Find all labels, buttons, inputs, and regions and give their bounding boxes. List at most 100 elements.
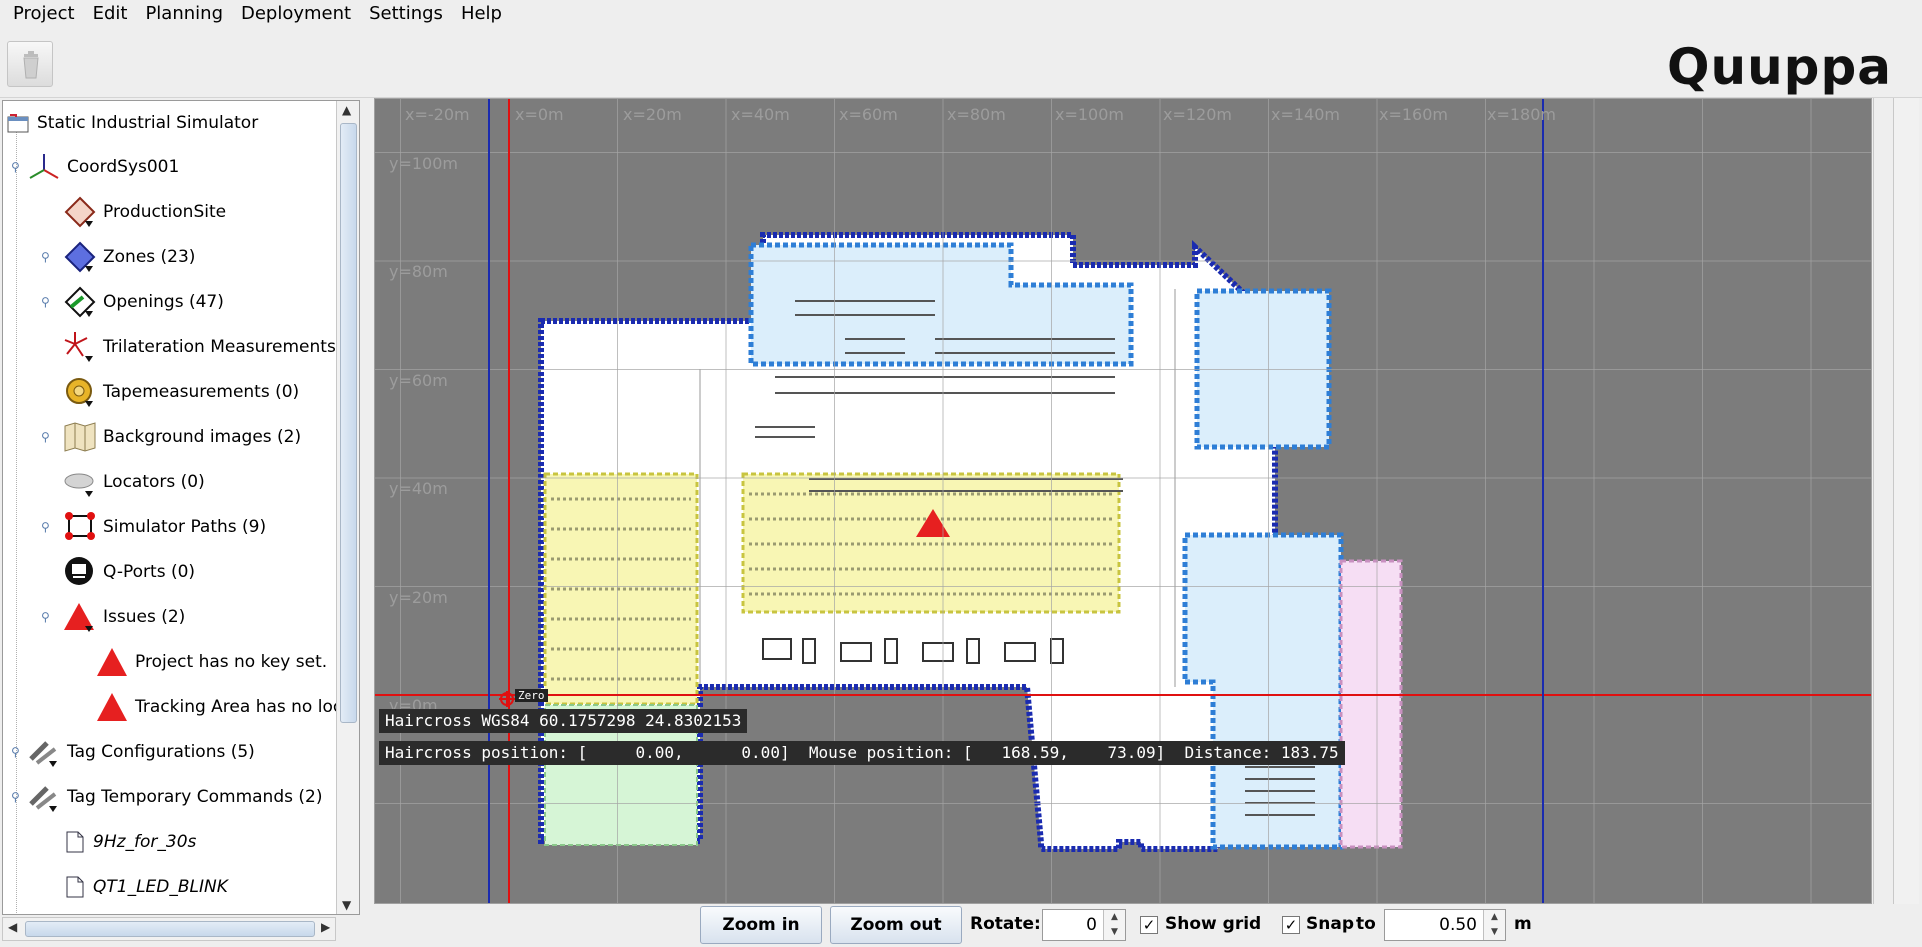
spin-up-icon[interactable]: ▲ xyxy=(1103,910,1125,925)
trash-icon xyxy=(23,51,39,79)
tree-item-trilateration[interactable]: Trilateration Measurements ( xyxy=(63,328,348,366)
warning-icon xyxy=(95,690,129,724)
tapemeasure-icon xyxy=(63,375,97,409)
project-tree: Static Industrial Simulator ⚲ CoordSys00… xyxy=(2,100,360,915)
wrench-icon xyxy=(27,735,61,769)
openings-icon xyxy=(63,285,97,319)
y-label: y=20m xyxy=(389,588,448,607)
x-label: x=-20m xyxy=(405,105,470,124)
quuppa-logo: Quuppa xyxy=(1666,38,1892,96)
tree-item-qports[interactable]: Q-Ports (0) xyxy=(63,553,195,591)
tree-item-tapemeasurements[interactable]: Tapemeasurements (0) xyxy=(63,373,299,411)
right-scrollbar[interactable] xyxy=(1893,98,1919,904)
scroll-down-icon[interactable]: ▼ xyxy=(342,898,351,912)
map-view[interactable]: x=-20m x=0m x=20m x=40m x=60m x=80m x=10… xyxy=(374,98,1872,904)
tree-vertical-scrollbar[interactable]: ▲ ▼ xyxy=(336,101,359,914)
show-grid-checkbox[interactable]: ✓ xyxy=(1140,916,1158,934)
zone-pink xyxy=(1339,559,1403,849)
tree-item-tag-temporary-commands[interactable]: ⚲ Tag Temporary Commands (2) xyxy=(11,778,322,816)
to-label: to xyxy=(1356,914,1376,934)
tree-item-simulator-paths[interactable]: ⚲ Simulator Paths (9) xyxy=(41,508,266,546)
tree-horizontal-scrollbar[interactable]: ◀ ▶ xyxy=(2,917,336,941)
tree-item-coordsys[interactable]: ⚲ CoordSys001 xyxy=(11,148,179,186)
tree-item-locators[interactable]: Locators (0) xyxy=(63,463,205,501)
tree-root[interactable]: Static Industrial Simulator xyxy=(5,104,258,142)
tree-item-qt1-led[interactable]: QT1_LED_BLINK xyxy=(63,868,228,906)
tree-item-9hz[interactable]: 9Hz_for_30s xyxy=(63,823,196,861)
qport-icon xyxy=(63,555,97,589)
wgs84-readout: Haircross WGS84 60.1757298 24.8302153 xyxy=(379,709,748,733)
menu-edit[interactable]: Edit xyxy=(84,0,137,28)
menu-planning[interactable]: Planning xyxy=(136,0,232,28)
warning-icon xyxy=(95,645,129,679)
x-label: x=140m xyxy=(1271,105,1340,124)
coordsys-icon xyxy=(27,150,61,184)
zero-label: Zero xyxy=(515,689,548,702)
y-label: y=60m xyxy=(389,371,448,390)
floor-plan[interactable] xyxy=(375,99,1872,904)
menu-bar: Project Edit Planning Deployment Setting… xyxy=(0,0,1922,28)
expander-icon: ⚲ xyxy=(41,430,50,444)
menu-project[interactable]: Project xyxy=(4,0,84,28)
zoom-in-button[interactable]: Zoom in xyxy=(700,906,822,944)
snap-checkbox[interactable]: ✓ xyxy=(1282,916,1300,934)
zone-blue-right-top xyxy=(1194,288,1332,450)
x-label: x=0m xyxy=(515,105,564,124)
menu-deployment[interactable]: Deployment xyxy=(232,0,360,28)
expander-icon: ⚲ xyxy=(41,610,50,624)
x-label: x=160m xyxy=(1379,105,1448,124)
expander-icon: ⚲ xyxy=(11,160,20,174)
scroll-left-icon[interactable]: ◀ xyxy=(8,920,17,934)
tree-item-issue-key[interactable]: Project has no key set. xyxy=(95,643,327,681)
position-readout: Haircross position: [ 0.00, 0.00] Mouse … xyxy=(379,741,1345,765)
show-grid-label: Show grid xyxy=(1165,914,1262,934)
x-label: x=180m xyxy=(1487,105,1556,124)
spin-up-icon[interactable]: ▲ xyxy=(1483,910,1505,925)
delete-button[interactable] xyxy=(7,41,53,87)
document-icon xyxy=(63,825,87,859)
locator-icon xyxy=(63,465,97,499)
map-image-icon xyxy=(63,420,97,454)
trilateration-icon xyxy=(63,330,97,364)
expander-icon: ⚲ xyxy=(41,520,50,534)
zoom-out-button[interactable]: Zoom out xyxy=(830,906,962,944)
tree-item-openings[interactable]: ⚲ Openings (47) xyxy=(41,283,224,321)
spin-down-icon[interactable]: ▼ xyxy=(1103,925,1125,940)
zone-yellow-left xyxy=(543,472,699,706)
scroll-thumb[interactable] xyxy=(340,123,357,723)
tree-item-background-images[interactable]: ⚲ Background images (2) xyxy=(41,418,301,456)
unit-label: m xyxy=(1514,914,1532,934)
tree-item-zones[interactable]: ⚲ Zones (23) xyxy=(41,238,195,276)
x-label: x=20m xyxy=(623,105,682,124)
x-label: x=100m xyxy=(1055,105,1124,124)
expander-icon: ⚲ xyxy=(41,295,50,309)
spin-down-icon[interactable]: ▼ xyxy=(1483,925,1505,940)
menu-settings[interactable]: Settings xyxy=(360,0,452,28)
rotate-spinner[interactable]: 0 ▲ ▼ xyxy=(1042,909,1126,941)
x-label: x=60m xyxy=(839,105,898,124)
tree-item-issues[interactable]: ⚲ Issues (2) xyxy=(41,598,185,636)
map-ruler-right xyxy=(1873,98,1891,904)
tree-item-issue-tracking[interactable]: Tracking Area has no loc xyxy=(95,688,342,726)
snap-label: Snap xyxy=(1306,914,1354,934)
menu-help[interactable]: Help xyxy=(452,0,511,28)
tree-item-tag-configurations[interactable]: ⚲ Tag Configurations (5) xyxy=(11,733,255,771)
expander-icon: ⚲ xyxy=(11,790,20,804)
expander-icon: ⚲ xyxy=(11,745,20,759)
path-icon xyxy=(63,510,97,544)
map-controls: Zoom in Zoom out Rotate: 0 ▲ ▼ ✓ Show gr… xyxy=(374,904,1922,947)
y-label: y=100m xyxy=(389,154,458,173)
zero-marker xyxy=(499,691,515,707)
wrench-icon xyxy=(27,780,61,814)
y-label: y=40m xyxy=(389,479,448,498)
snap-spinner[interactable]: 0.50 ▲ ▼ xyxy=(1384,909,1506,941)
rotate-label: Rotate: xyxy=(970,914,1041,934)
scroll-thumb[interactable] xyxy=(25,921,315,937)
scroll-right-icon[interactable]: ▶ xyxy=(321,920,330,934)
document-icon xyxy=(63,870,87,904)
scroll-up-icon[interactable]: ▲ xyxy=(342,103,351,117)
tree-item-productionsite[interactable]: ProductionSite xyxy=(63,193,226,231)
toolbar: Quuppa xyxy=(0,28,1922,98)
expander-icon: ⚲ xyxy=(41,250,50,264)
x-label: x=80m xyxy=(947,105,1006,124)
